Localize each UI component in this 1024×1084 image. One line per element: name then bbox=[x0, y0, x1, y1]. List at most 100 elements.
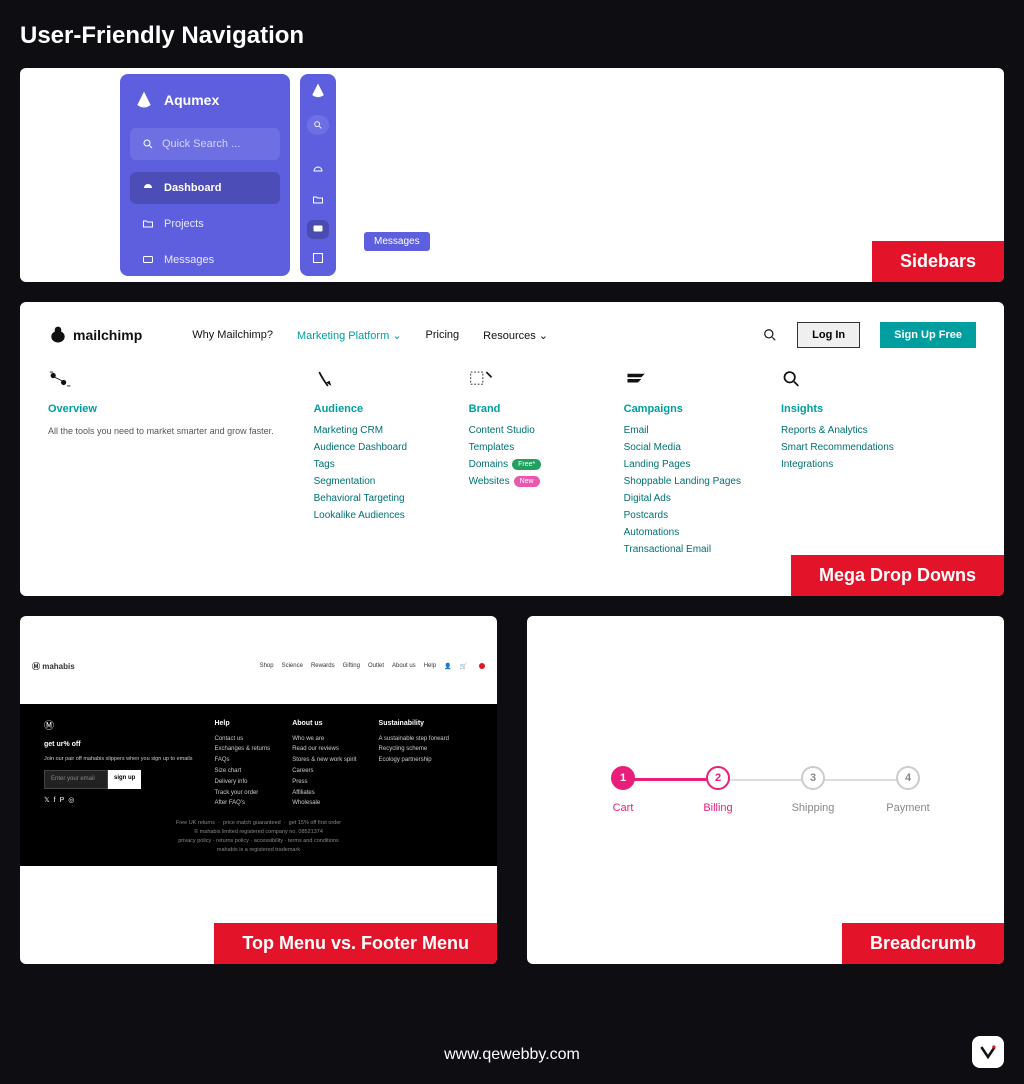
dashboard-icon bbox=[142, 182, 154, 194]
step-cart[interactable]: 1 Cart bbox=[576, 766, 671, 814]
folder-icon bbox=[312, 194, 324, 206]
step-shipping[interactable]: 3 Shipping bbox=[766, 766, 861, 814]
mega-link[interactable]: Digital Ads bbox=[624, 493, 741, 504]
mega-link[interactable]: Automations bbox=[624, 527, 741, 538]
nav-link-active[interactable]: Marketing Platform ⌄ bbox=[297, 329, 402, 342]
mega-link[interactable]: WebsitesNew bbox=[469, 476, 584, 487]
mega-link[interactable]: Reports & Analytics bbox=[781, 425, 896, 436]
mailchimp-logo-icon bbox=[48, 325, 68, 345]
nav-link[interactable]: Why Mailchimp? bbox=[192, 329, 273, 342]
footer-link[interactable]: Press bbox=[292, 777, 356, 788]
card-breadcrumb: 1 Cart 2 Billing 3 Shipping 4 Payment bbox=[527, 616, 1004, 964]
mega-link[interactable]: Social Media bbox=[624, 442, 741, 453]
sidebar-item-analytics[interactable]: Analytics bbox=[130, 280, 280, 282]
topnav-link[interactable]: About us bbox=[392, 663, 416, 669]
col-heading: Overview bbox=[48, 403, 274, 415]
new-badge: New bbox=[514, 476, 540, 487]
col-description: All the tools you need to market smarter… bbox=[48, 425, 274, 439]
search-icon[interactable] bbox=[763, 328, 777, 342]
footer-link[interactable]: Stores & new work spirit bbox=[292, 755, 356, 766]
pinterest-icon[interactable]: P bbox=[60, 795, 65, 808]
footer-link[interactable]: Exchanges & returns bbox=[214, 744, 270, 755]
signup-button[interactable]: Sign Up Free bbox=[880, 322, 976, 348]
footer-link[interactable]: Careers bbox=[292, 766, 356, 777]
login-button[interactable]: Log In bbox=[797, 322, 860, 348]
mega-link[interactable]: Shoppable Landing Pages bbox=[624, 476, 741, 487]
footer-link[interactable]: Recycling scheme bbox=[379, 744, 449, 755]
step-billing[interactable]: 2 Billing bbox=[671, 766, 766, 814]
free-badge: Free* bbox=[512, 459, 541, 470]
dashboard-button[interactable] bbox=[307, 161, 329, 180]
footer-logo-icon: Ⓜ bbox=[44, 718, 192, 736]
footer-link[interactable]: Ecology partnership bbox=[379, 755, 449, 766]
step-payment[interactable]: 4 Payment bbox=[861, 766, 956, 814]
mega-link[interactable]: Tags bbox=[314, 459, 429, 470]
search-button[interactable] bbox=[307, 115, 329, 134]
sidebar-item-dashboard[interactable]: Dashboard bbox=[130, 172, 280, 204]
sidebar-item-label: Projects bbox=[164, 218, 204, 230]
search-icon bbox=[142, 138, 154, 150]
mega-link[interactable]: Integrations bbox=[781, 459, 896, 470]
footer-link[interactable]: Contact us bbox=[214, 734, 270, 745]
analytics-icon bbox=[312, 252, 324, 264]
mega-link[interactable]: Behavioral Targeting bbox=[314, 493, 429, 504]
sidebar-item-messages[interactable]: Messages bbox=[130, 244, 280, 276]
footer-link[interactable]: Who we are bbox=[292, 734, 356, 745]
twitter-icon[interactable]: 𝕏 bbox=[44, 795, 50, 808]
col-heading: Audience bbox=[314, 403, 429, 415]
mega-link[interactable]: Transactional Email bbox=[624, 544, 741, 555]
mega-link[interactable]: Smart Recommendations bbox=[781, 442, 896, 453]
message-icon bbox=[312, 223, 324, 235]
footer-link[interactable]: After FAQ's bbox=[214, 798, 270, 809]
footer-link[interactable]: FAQs bbox=[214, 755, 270, 766]
footer-link[interactable]: Wholesale bbox=[292, 798, 356, 809]
chevron-down-icon: ⌄ bbox=[539, 330, 548, 342]
email-input[interactable]: Enter your email bbox=[44, 770, 108, 789]
messages-button[interactable] bbox=[307, 220, 329, 239]
mega-link[interactable]: Segmentation bbox=[314, 476, 429, 487]
analytics-button[interactable] bbox=[307, 249, 329, 268]
topnav-link[interactable]: Shop bbox=[260, 663, 274, 669]
mega-link[interactable]: Audience Dashboard bbox=[314, 442, 429, 453]
audience-icon bbox=[314, 370, 340, 388]
step-label: Payment bbox=[861, 802, 956, 814]
projects-button[interactable] bbox=[307, 191, 329, 210]
footer-link[interactable]: Delivery info bbox=[214, 777, 270, 788]
sidebar-item-projects[interactable]: Projects bbox=[130, 208, 280, 240]
user-icon[interactable]: 👤 bbox=[444, 663, 451, 670]
brand-icon bbox=[469, 370, 495, 388]
cart-icon[interactable]: 🛒 bbox=[460, 663, 467, 670]
instagram-icon[interactable]: ◎ bbox=[68, 795, 74, 808]
mega-link[interactable]: Postcards bbox=[624, 510, 741, 521]
signup-button[interactable]: sign up bbox=[108, 770, 141, 789]
topnav-link[interactable]: Help bbox=[424, 663, 436, 669]
aqumex-logo-icon bbox=[308, 82, 328, 99]
footer-col-heading: Sustainability bbox=[379, 718, 449, 731]
footer-link[interactable]: Size chart bbox=[214, 766, 270, 777]
step-number: 1 bbox=[611, 766, 635, 790]
topnav-link[interactable]: Science bbox=[282, 663, 303, 669]
mega-link[interactable]: Marketing CRM bbox=[314, 425, 429, 436]
mega-link[interactable]: Email bbox=[624, 425, 741, 436]
topnav-link[interactable]: Gifting bbox=[343, 663, 360, 669]
message-icon bbox=[142, 254, 154, 266]
footer-link[interactable]: Affiliates bbox=[292, 788, 356, 799]
mega-link[interactable]: Content Studio bbox=[469, 425, 584, 436]
topnav-link[interactable]: Outlet bbox=[368, 663, 384, 669]
card-badge: Breadcrumb bbox=[842, 923, 1004, 964]
footer-link[interactable]: A sustainable step forward bbox=[379, 734, 449, 745]
search-input[interactable]: Quick Search ... bbox=[130, 128, 280, 160]
nav-link[interactable]: Pricing bbox=[426, 329, 460, 342]
topnav-link[interactable]: Rewards bbox=[311, 663, 335, 669]
mega-link[interactable]: Landing Pages bbox=[624, 459, 741, 470]
footer-link[interactable]: Track your order bbox=[214, 788, 270, 799]
search-placeholder: Quick Search ... bbox=[162, 138, 240, 150]
footer-link[interactable]: Read our reviews bbox=[292, 744, 356, 755]
nav-link[interactable]: Resources ⌄ bbox=[483, 329, 548, 342]
mega-link[interactable]: Templates bbox=[469, 442, 584, 453]
step-number: 4 bbox=[896, 766, 920, 790]
facebook-icon[interactable]: f bbox=[54, 795, 56, 808]
mega-link[interactable]: DomainsFree* bbox=[469, 459, 584, 470]
mega-link[interactable]: Lookalike Audiences bbox=[314, 510, 429, 521]
sidebar-item-label: Dashboard bbox=[164, 182, 221, 194]
